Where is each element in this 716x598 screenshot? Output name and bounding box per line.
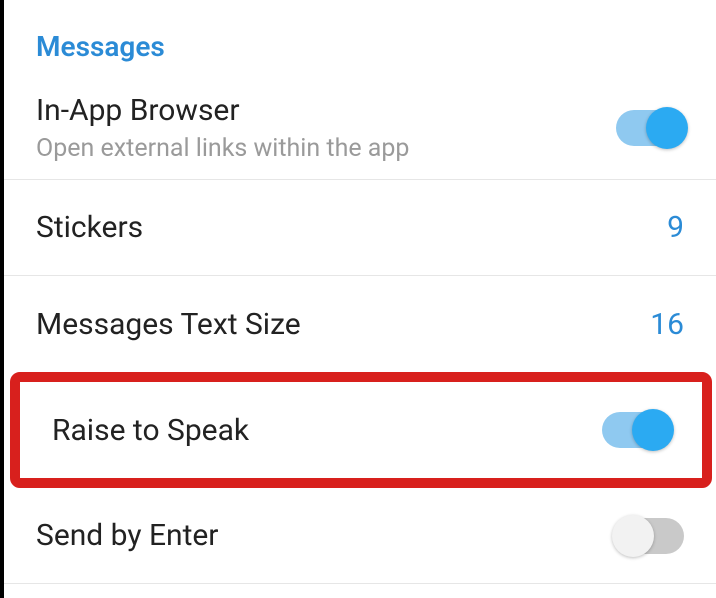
setting-title: Messages Text Size xyxy=(36,307,301,342)
highlight-raise-to-speak: Raise to Speak xyxy=(10,372,712,488)
setting-row-send-by-enter[interactable]: Send by Enter xyxy=(4,488,716,584)
row-text: In-App Browser Open external links withi… xyxy=(36,93,409,163)
setting-row-in-app-browser[interactable]: In-App Browser Open external links withi… xyxy=(4,77,716,180)
toggle-knob xyxy=(612,515,654,557)
settings-container: Messages In-App Browser Open external li… xyxy=(0,0,716,584)
setting-value: 16 xyxy=(650,307,684,342)
setting-value: 9 xyxy=(667,210,684,245)
toggle-in-app-browser[interactable] xyxy=(616,110,684,146)
toggle-knob xyxy=(646,107,688,149)
setting-title: Send by Enter xyxy=(36,518,218,553)
setting-row-text-size[interactable]: Messages Text Size 16 xyxy=(4,276,716,372)
left-border xyxy=(0,0,4,598)
setting-subtitle: Open external links within the app xyxy=(36,134,409,163)
setting-title: In-App Browser xyxy=(36,93,409,128)
toggle-knob xyxy=(632,409,674,451)
toggle-send-by-enter[interactable] xyxy=(616,518,684,554)
section-header-messages: Messages xyxy=(4,0,716,77)
setting-row-raise-to-speak[interactable]: Raise to Speak xyxy=(20,382,702,478)
setting-title: Raise to Speak xyxy=(52,413,249,448)
setting-title: Stickers xyxy=(36,210,143,245)
toggle-raise-to-speak[interactable] xyxy=(602,412,670,448)
setting-row-stickers[interactable]: Stickers 9 xyxy=(4,180,716,276)
